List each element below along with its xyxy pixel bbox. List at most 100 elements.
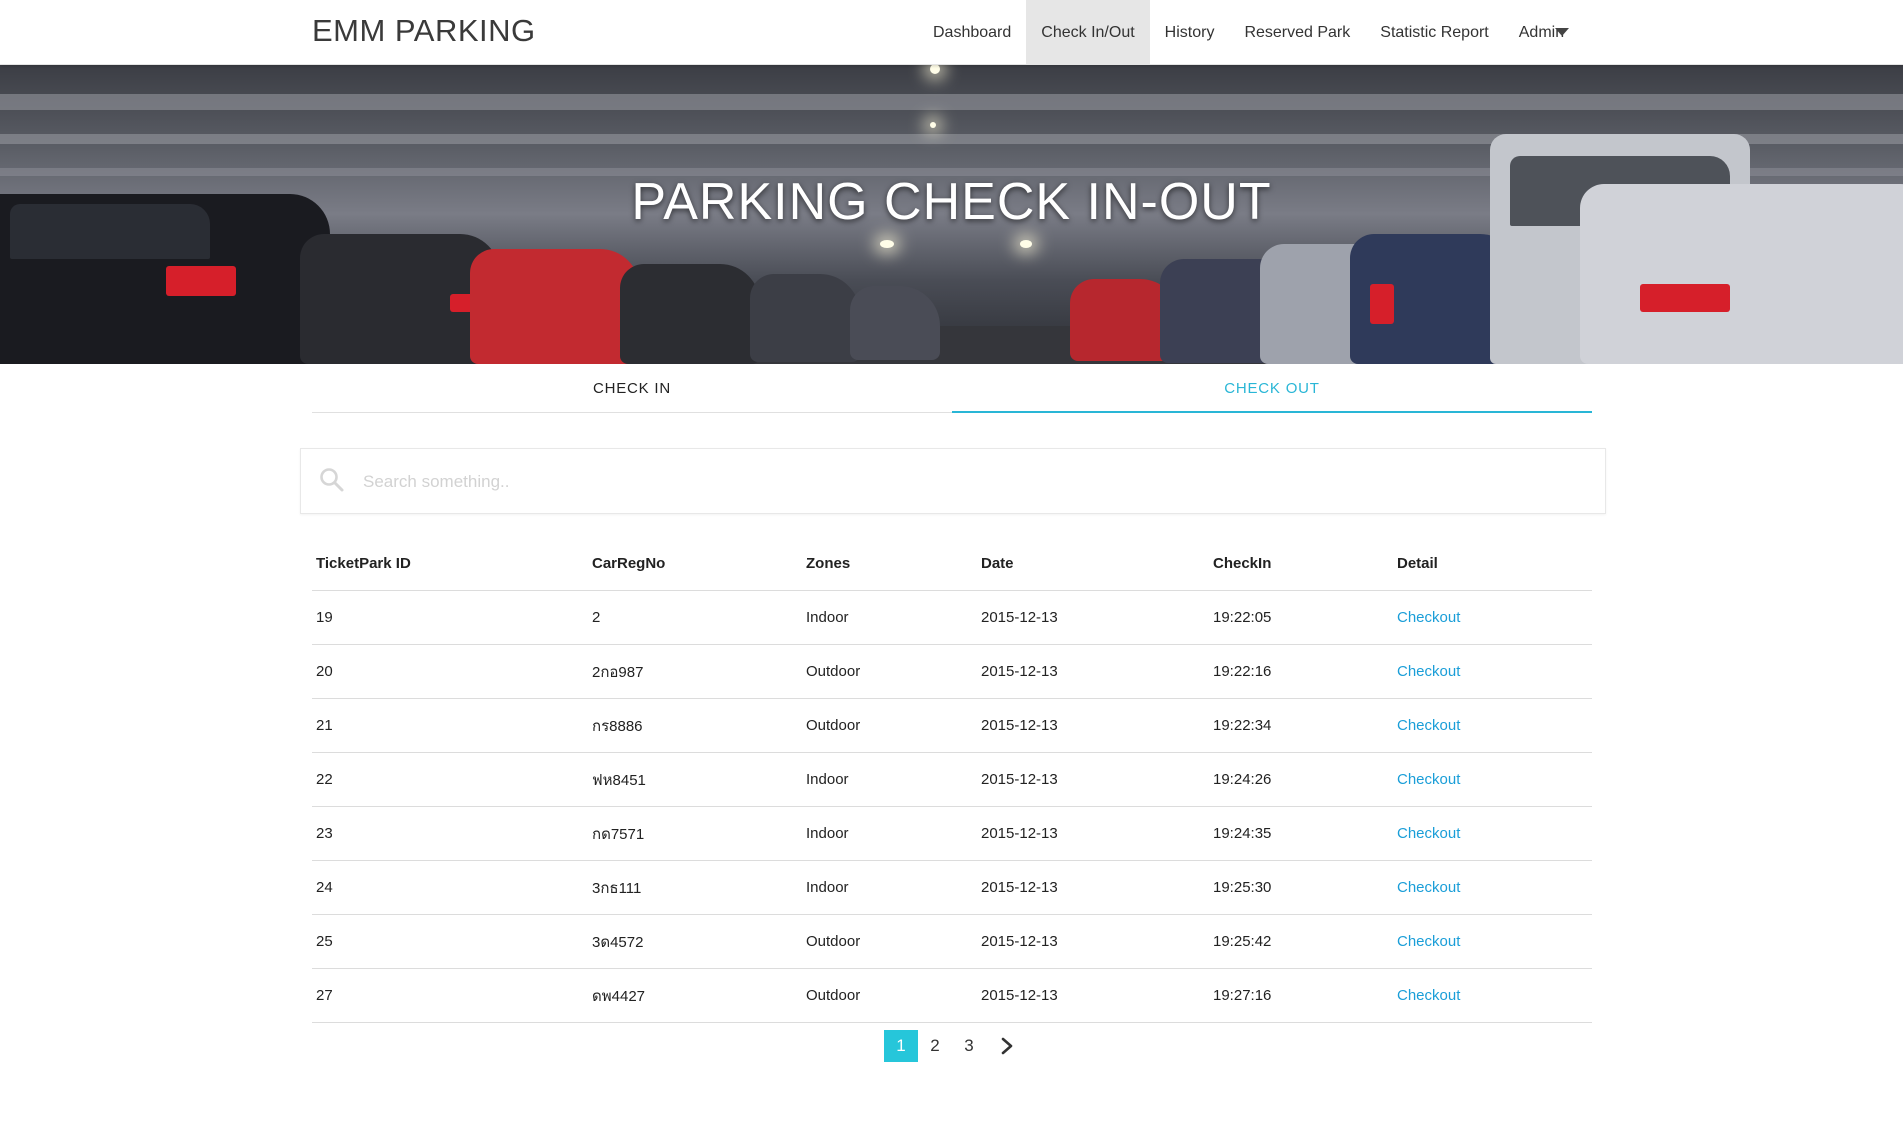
table-row: 25 3ด4572 Outdoor 2015-12-13 19:25:42 Ch…: [312, 914, 1592, 969]
date-cell: 2015-12-13: [977, 590, 1209, 645]
ticket-id-cell: 27: [312, 968, 588, 1023]
date-cell: 2015-12-13: [977, 644, 1209, 699]
ticket-id-cell: 20: [312, 644, 588, 699]
ceiling-light: [1020, 240, 1032, 248]
hero-banner: PARKING CHECK IN-OUT: [0, 64, 1903, 364]
column-header-date: Date: [977, 532, 1209, 591]
top-navbar: EMM PARKING Dashboard Check In/Out Histo…: [0, 0, 1903, 65]
checkout-link[interactable]: Checkout: [1397, 717, 1460, 734]
checkin-time-cell: 19:27:16: [1209, 968, 1393, 1023]
nav-item-dashboard[interactable]: Dashboard: [918, 0, 1026, 64]
nav-item-check-in-out[interactable]: Check In/Out: [1026, 0, 1150, 64]
checkin-time-cell: 19:22:34: [1209, 698, 1393, 753]
tab-check-out[interactable]: CHECK OUT: [952, 364, 1592, 413]
checkout-link[interactable]: Checkout: [1397, 771, 1460, 788]
parked-car: [470, 249, 640, 364]
date-cell: 2015-12-13: [977, 806, 1209, 861]
page-1-button[interactable]: 1: [884, 1030, 918, 1062]
check-tabs: CHECK IN CHECK OUT: [312, 364, 1592, 413]
tab-check-in[interactable]: CHECK IN: [312, 364, 952, 412]
detail-cell: Checkout: [1393, 806, 1592, 861]
zone-cell: Indoor: [802, 806, 977, 861]
zone-cell: Indoor: [802, 860, 977, 915]
ticket-id-cell: 25: [312, 914, 588, 969]
checkout-link[interactable]: Checkout: [1397, 609, 1460, 626]
table-row: 22 ฟห8451 Indoor 2015-12-13 19:24:26 Che…: [312, 752, 1592, 807]
date-cell: 2015-12-13: [977, 860, 1209, 915]
date-cell: 2015-12-13: [977, 752, 1209, 807]
detail-cell: Checkout: [1393, 914, 1592, 969]
table-header-row: TicketPark ID CarRegNo Zones Date CheckI…: [312, 532, 1592, 591]
page-2-button[interactable]: 2: [918, 1030, 952, 1062]
checkout-link[interactable]: Checkout: [1397, 987, 1460, 1004]
table-row: 24 3กธ111 Indoor 2015-12-13 19:25:30 Che…: [312, 860, 1592, 915]
ticket-id-cell: 21: [312, 698, 588, 753]
search-icon: [319, 467, 345, 493]
detail-cell: Checkout: [1393, 968, 1592, 1023]
zone-cell: Outdoor: [802, 698, 977, 753]
checkout-link[interactable]: Checkout: [1397, 663, 1460, 680]
checkin-time-cell: 19:25:42: [1209, 914, 1393, 969]
table-row: 19 2 Indoor 2015-12-13 19:22:05 Checkout: [312, 590, 1592, 645]
zone-cell: Outdoor: [802, 968, 977, 1023]
brand-logo[interactable]: EMM PARKING: [312, 13, 536, 49]
car-reg-cell: กด7571: [588, 806, 802, 861]
table-row: 21 กร8886 Outdoor 2015-12-13 19:22:34 Ch…: [312, 698, 1592, 753]
chevron-right-icon[interactable]: [990, 1030, 1024, 1062]
checkout-link[interactable]: Checkout: [1397, 933, 1460, 950]
zone-cell: Outdoor: [802, 644, 977, 699]
date-cell: 2015-12-13: [977, 914, 1209, 969]
nav-item-history[interactable]: History: [1150, 0, 1230, 64]
car-reg-cell: ดพ4427: [588, 968, 802, 1023]
checkout-table: TicketPark ID CarRegNo Zones Date CheckI…: [312, 532, 1592, 1023]
detail-cell: Checkout: [1393, 644, 1592, 699]
car-reg-cell: ฟห8451: [588, 752, 802, 807]
ticket-id-cell: 23: [312, 806, 588, 861]
checkout-link[interactable]: Checkout: [1397, 825, 1460, 842]
ceiling-light: [930, 64, 940, 74]
checkin-time-cell: 19:22:05: [1209, 590, 1393, 645]
ceiling-beam: [0, 94, 1903, 110]
column-header-detail: Detail: [1393, 532, 1592, 591]
table-row: 23 กด7571 Indoor 2015-12-13 19:24:35 Che…: [312, 806, 1592, 861]
car-reg-cell: 3ด4572: [588, 914, 802, 969]
zone-cell: Indoor: [802, 752, 977, 807]
car-reg-cell: 2กอ987: [588, 644, 802, 699]
nav-menu: Dashboard Check In/Out History Reserved …: [918, 0, 1579, 64]
ticket-id-cell: 22: [312, 752, 588, 807]
checkin-time-cell: 19:24:35: [1209, 806, 1393, 861]
ticket-id-cell: 19: [312, 590, 588, 645]
nav-item-statistic-report[interactable]: Statistic Report: [1365, 0, 1503, 64]
column-header-zones: Zones: [802, 532, 977, 591]
ceiling-light: [880, 240, 894, 248]
checkout-link[interactable]: Checkout: [1397, 879, 1460, 896]
zone-cell: Indoor: [802, 590, 977, 645]
caret-down-icon[interactable]: [1555, 28, 1569, 36]
checkin-time-cell: 19:25:30: [1209, 860, 1393, 915]
page-3-button[interactable]: 3: [952, 1030, 986, 1062]
date-cell: 2015-12-13: [977, 968, 1209, 1023]
column-header-checkin: CheckIn: [1209, 532, 1393, 591]
car-reg-cell: กร8886: [588, 698, 802, 753]
detail-cell: Checkout: [1393, 698, 1592, 753]
hero-title: PARKING CHECK IN-OUT: [631, 173, 1272, 231]
ticket-id-cell: 24: [312, 860, 588, 915]
search-box: [300, 448, 1606, 514]
date-cell: 2015-12-13: [977, 698, 1209, 753]
parked-car: [620, 264, 760, 364]
checkin-time-cell: 19:22:16: [1209, 644, 1393, 699]
car-reg-cell: 3กธ111: [588, 860, 802, 915]
ceiling-light: [930, 122, 936, 128]
detail-cell: Checkout: [1393, 860, 1592, 915]
car-reg-cell: 2: [588, 590, 802, 645]
zone-cell: Outdoor: [802, 914, 977, 969]
pagination: 1 2 3: [884, 1030, 1024, 1062]
nav-item-reserved-park[interactable]: Reserved Park: [1229, 0, 1365, 64]
column-header-car-reg-no: CarRegNo: [588, 532, 802, 591]
checkin-time-cell: 19:24:26: [1209, 752, 1393, 807]
search-input[interactable]: [361, 463, 1585, 501]
parked-car: [750, 274, 860, 362]
parked-car: [850, 286, 940, 360]
column-header-ticket-id: TicketPark ID: [312, 532, 588, 591]
table-row: 27 ดพ4427 Outdoor 2015-12-13 19:27:16 Ch…: [312, 968, 1592, 1023]
